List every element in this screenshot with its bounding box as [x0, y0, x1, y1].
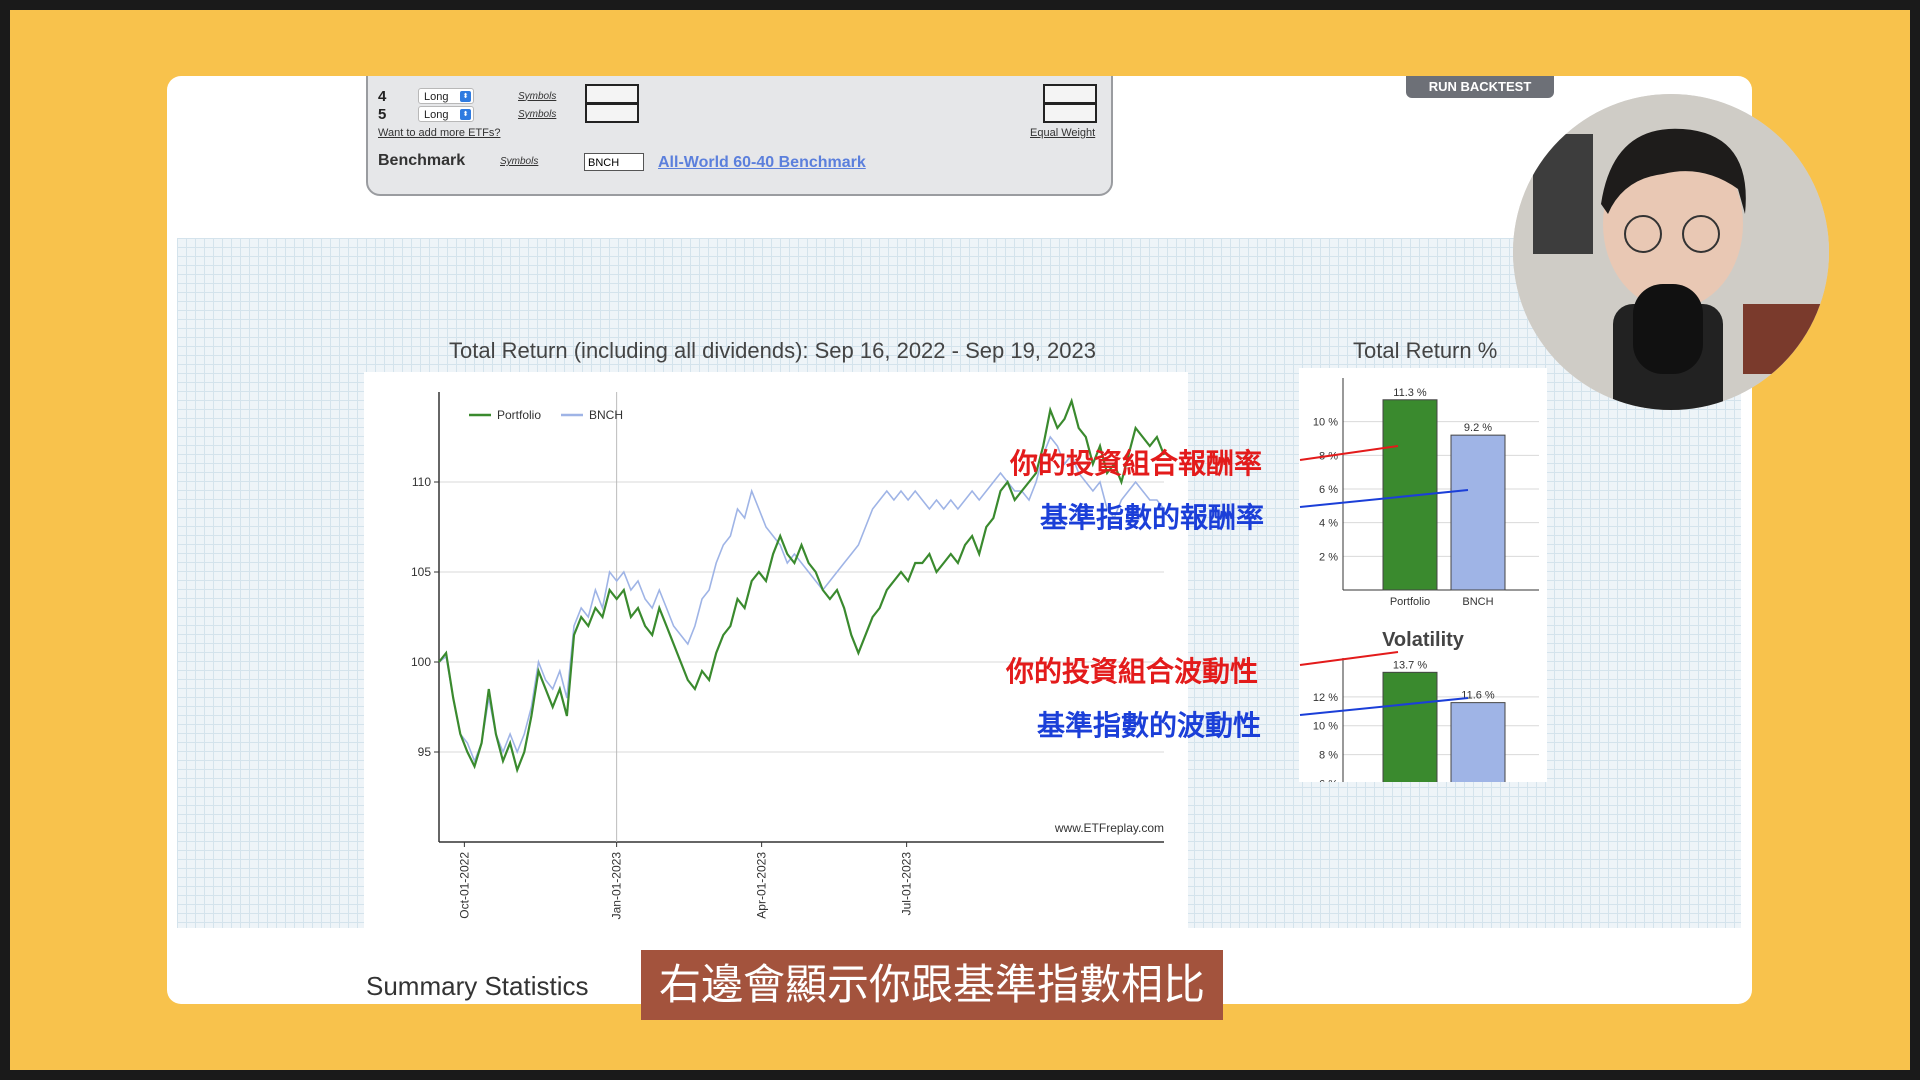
presenter-avatar	[1513, 94, 1829, 410]
pointer-line-blue	[1299, 489, 1469, 508]
video-subtitle: 右邊會顯示你跟基準指數相比	[641, 950, 1224, 1020]
pointer-line-red	[1299, 445, 1399, 461]
pointer-line-red	[1299, 651, 1399, 666]
pointer-line-blue	[1299, 697, 1469, 716]
presenter-webcam	[1513, 94, 1829, 410]
